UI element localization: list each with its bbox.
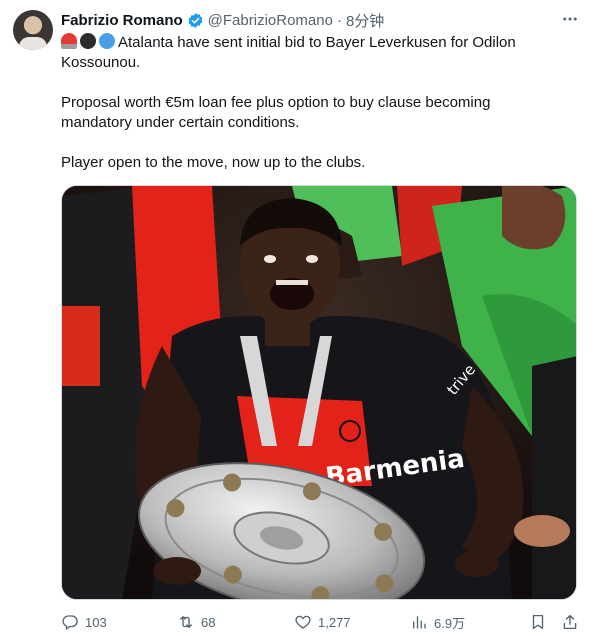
- like-button[interactable]: 1,277: [294, 610, 351, 634]
- tweet-line: Proposal worth €5m loan fee plus option …: [61, 94, 491, 111]
- siren-emoji: [61, 33, 77, 49]
- views-chart-icon: [413, 616, 426, 629]
- more-options-icon[interactable]: [561, 10, 579, 28]
- avatar[interactable]: [13, 10, 53, 50]
- share-button[interactable]: [561, 610, 585, 634]
- tweet-card[interactable]: Fabrizio Romano @FabrizioRomano · 8分钟 At…: [0, 0, 598, 644]
- tweet-photo[interactable]: Barmenia trive: [61, 185, 577, 600]
- tweet-line: mandatory under certain conditions.: [61, 114, 300, 131]
- reply-icon: [62, 615, 78, 631]
- celebration-photo: Barmenia trive: [62, 186, 576, 599]
- tweet-timestamp[interactable]: 8分钟: [346, 10, 384, 31]
- author-name[interactable]: Fabrizio Romano: [61, 12, 183, 29]
- tweet-line: Player open to the move, now up to the c…: [61, 154, 366, 171]
- bookmark-button[interactable]: [529, 610, 553, 634]
- heart-icon: [295, 615, 311, 629]
- tweet-header: Fabrizio Romano @FabrizioRomano · 8分钟: [61, 10, 384, 30]
- blue-circle-emoji: [99, 33, 115, 49]
- repost-count: 68: [201, 614, 216, 630]
- tweet-line: Atalanta have sent initial bid to Bayer …: [61, 33, 581, 53]
- black-circle-emoji: [80, 33, 96, 49]
- verified-badge-icon: [188, 12, 203, 28]
- views-button[interactable]: 6.9万: [410, 610, 465, 634]
- reply-count: 103: [85, 614, 107, 630]
- view-count: 6.9万: [434, 615, 466, 631]
- bookmark-icon: [532, 614, 544, 630]
- reply-button[interactable]: 103: [61, 610, 107, 634]
- repost-button[interactable]: 68: [177, 610, 215, 634]
- separator-dot: ·: [336, 11, 342, 29]
- repost-icon: [180, 616, 192, 628]
- action-bar: 103 68 1,277 6.9万: [61, 610, 581, 634]
- tweet-line: Kossounou.: [61, 54, 141, 71]
- like-count: 1,277: [318, 614, 351, 630]
- tweet-text: Atalanta have sent initial bid to Bayer …: [61, 33, 581, 173]
- share-icon: [563, 614, 577, 630]
- author-handle[interactable]: @FabrizioRomano: [208, 12, 333, 29]
